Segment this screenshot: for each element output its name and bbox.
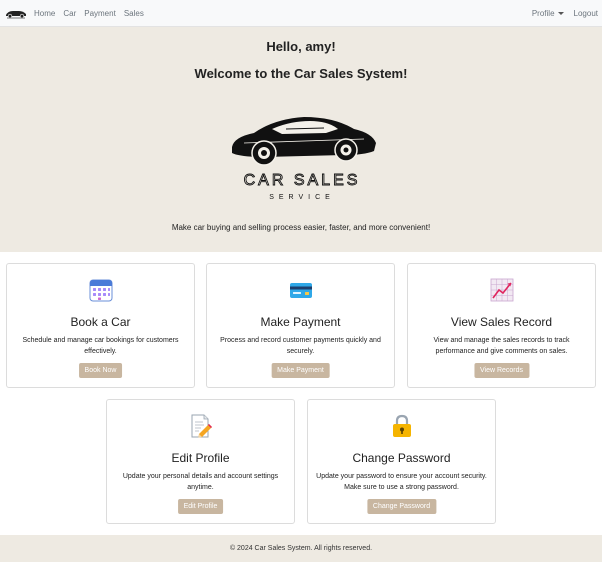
- card-title: Edit Profile: [171, 451, 230, 465]
- greeting: Hello, amy!: [266, 39, 336, 54]
- nav-left: Home Car Payment Sales: [4, 6, 152, 20]
- card-title: Change Password: [352, 451, 451, 465]
- logo-text-sub: SERVICE: [269, 194, 335, 201]
- nav-link-home[interactable]: Home: [34, 9, 55, 18]
- card-title: Make Payment: [260, 315, 341, 329]
- card-change-password: Change Password Update your password to …: [307, 399, 496, 524]
- card-title: View Sales Record: [450, 315, 553, 329]
- footer-text: © 2024 Car Sales System. All rights rese…: [229, 545, 373, 552]
- nav-link-sales[interactable]: Sales: [124, 9, 144, 18]
- edit-profile-button[interactable]: Edit Profile: [177, 499, 224, 514]
- card-text: Update your password to ensure your acco…: [316, 473, 487, 491]
- lock-icon: [390, 414, 414, 438]
- car-logo-icon[interactable]: [4, 6, 28, 20]
- calendar-icon: [89, 278, 113, 302]
- logout-link[interactable]: Logout: [574, 9, 598, 18]
- card-text: Process and record customer payments qui…: [220, 337, 381, 355]
- card-text: Update your personal details and account…: [122, 473, 279, 491]
- welcome-title: Welcome to the Car Sales System!: [194, 66, 408, 81]
- card-make-payment: Make Payment Process and record customer…: [206, 263, 395, 388]
- edit-document-icon: [189, 414, 213, 438]
- profile-label: Profile: [531, 8, 555, 18]
- hero-section: Hello, amy! Welcome to the Car Sales Sys…: [0, 27, 602, 252]
- nav-right: Profile Logout: [522, 9, 598, 18]
- make-payment-button[interactable]: Make Payment: [271, 363, 330, 378]
- nav-link-car[interactable]: Car: [63, 9, 76, 18]
- card-text: View and manage the sales records to tra…: [433, 337, 570, 355]
- sports-car-icon: CAR SALES SERVICE: [232, 117, 376, 201]
- card-text: Schedule and manage car bookings for cus…: [22, 337, 179, 355]
- chart-icon: [490, 278, 514, 302]
- caret-down-icon: [557, 11, 564, 15]
- card-view-sales: View Sales Record View and manage the sa…: [407, 263, 596, 388]
- change-password-button[interactable]: Change Password: [366, 499, 437, 514]
- tagline: Make car buying and selling process easi…: [171, 223, 431, 232]
- profile-dropdown[interactable]: Profile: [532, 9, 564, 18]
- book-now-button[interactable]: Book Now: [78, 363, 123, 378]
- card-book-car: Book a Car Schedule and manage car booki…: [6, 263, 195, 388]
- footer: © 2024 Car Sales System. All rights rese…: [0, 535, 602, 562]
- credit-card-icon: [289, 278, 313, 302]
- car-sales-logo: CAR SALES SERVICE: [224, 107, 380, 202]
- logo-text-main: CAR SALES: [244, 172, 361, 189]
- card-title: Book a Car: [70, 315, 131, 329]
- navbar: Home Car Payment Sales Profile Logout: [0, 0, 602, 27]
- nav-link-payment[interactable]: Payment: [84, 9, 116, 18]
- view-records-button[interactable]: View Records: [473, 363, 530, 378]
- card-edit-profile: Edit Profile Update your personal detail…: [106, 399, 295, 524]
